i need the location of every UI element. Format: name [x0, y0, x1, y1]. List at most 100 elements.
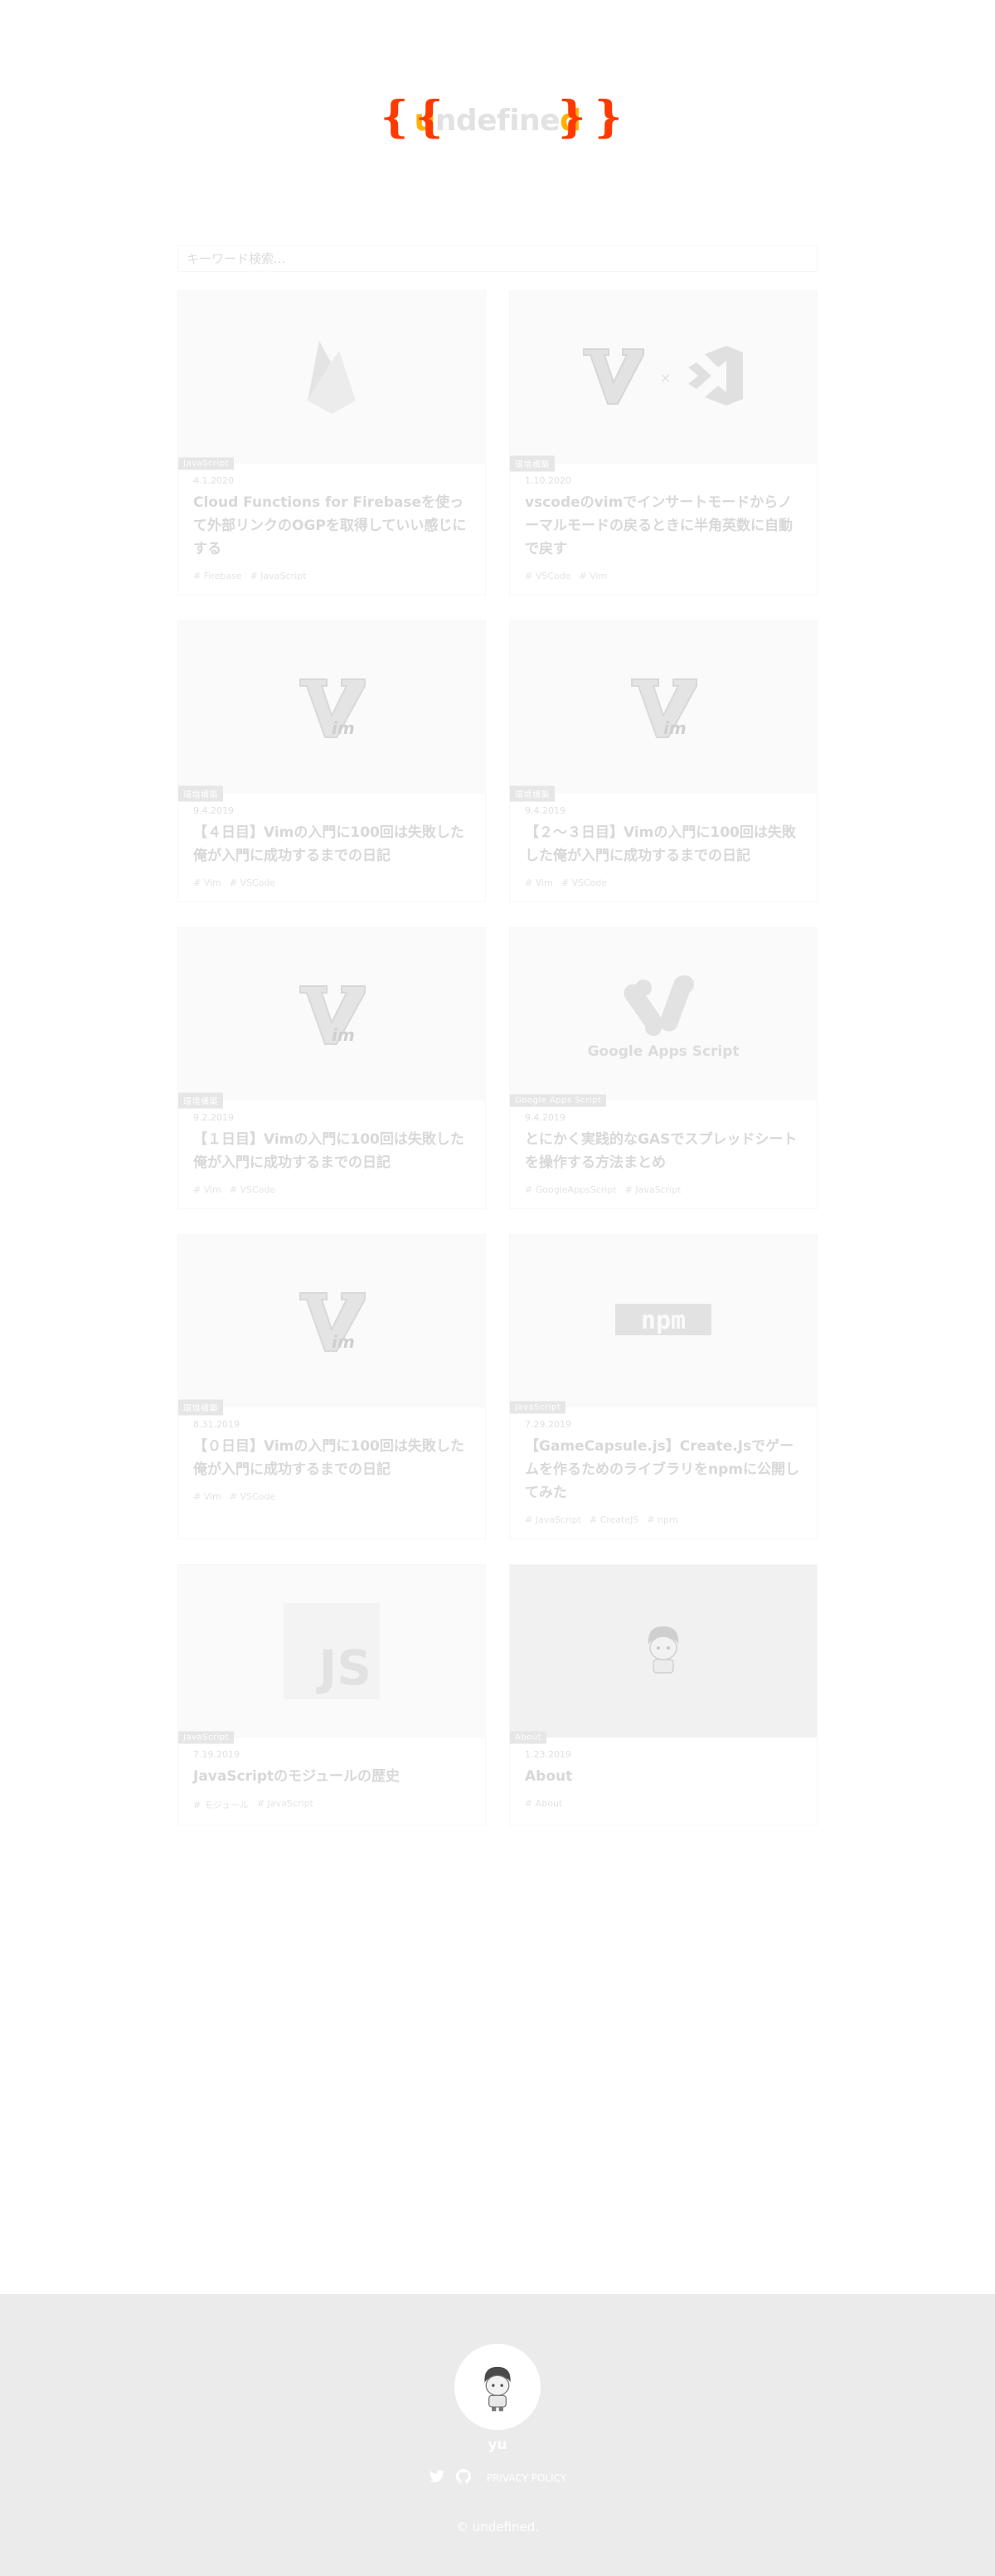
- google-apps-script-icon: Google Apps Script: [564, 963, 763, 1066]
- twitter-icon[interactable]: [429, 2468, 445, 2488]
- post-thumbnail[interactable]: im: [178, 1235, 485, 1407]
- post-title[interactable]: 【GameCapsule.js】Create.Jsでゲームを作るためのライブラリ…: [525, 1435, 802, 1504]
- category-badge[interactable]: JavaScript: [178, 457, 235, 470]
- avatar[interactable]: [454, 2344, 541, 2430]
- author-name: yu: [488, 2437, 507, 2453]
- post-thumbnail[interactable]: Google Apps Script: [510, 928, 817, 1101]
- post-title[interactable]: JavaScriptのモジュールの歴史: [193, 1765, 470, 1788]
- privacy-policy-link[interactable]: PRIVACY POLICY: [487, 2472, 566, 2484]
- svg-text:Google Apps Script: Google Apps Script: [587, 1043, 739, 1060]
- copyright: © undefined.: [455, 2520, 539, 2535]
- post-title[interactable]: 【２〜３日目】Vimの入門に100回は失敗した俺が入門に成功するまでの日記: [525, 821, 802, 868]
- category-badge[interactable]: 環境構築: [178, 785, 223, 802]
- post-tags: # Vim # VSCode: [525, 877, 802, 888]
- post-card[interactable]: im 環境構築 9.4.2019 【２〜３日目】Vimの入門に100回は失敗した俺が入…: [509, 620, 818, 902]
- post-thumbnail[interactable]: npm: [510, 1235, 817, 1407]
- post-thumbnail[interactable]: [178, 291, 485, 464]
- post-card[interactable]: JS JavaScript 7.19.2019 JavaScriptのモジュールの歴史…: [177, 1564, 486, 1825]
- category-badge[interactable]: About: [510, 1731, 547, 1744]
- tag-link[interactable]: # JavaScript: [257, 1798, 313, 1811]
- post-tags: # Firebase # JavaScript: [193, 571, 470, 581]
- tag-link[interactable]: # About: [525, 1798, 562, 1809]
- post-tags: # GoogleAppsScript # JavaScript: [525, 1184, 802, 1195]
- post-thumbnail[interactable]: JS: [178, 1565, 485, 1738]
- post-tags: # JavaScript # CreateJS # npm: [525, 1514, 802, 1525]
- tag-link[interactable]: # VSCode: [230, 1184, 275, 1195]
- category-badge[interactable]: Google Apps Script: [510, 1094, 607, 1107]
- avatar-icon: [637, 1620, 690, 1683]
- tag-link[interactable]: # Vim: [193, 877, 221, 888]
- tag-link[interactable]: # Vim: [579, 571, 607, 581]
- javascript-icon: JS: [284, 1603, 380, 1699]
- vim-icon: im: [295, 671, 368, 744]
- post-tags: # Vim # VSCode: [193, 877, 470, 888]
- category-badge[interactable]: 環境構築: [510, 785, 555, 802]
- category-badge[interactable]: JavaScript: [510, 1401, 566, 1414]
- tag-link[interactable]: # Vim: [193, 1184, 221, 1195]
- post-card[interactable]: im 環境構築 9.4.2019 【４日目】Vimの入門に100回は失敗した俺が入門に…: [177, 620, 486, 902]
- post-tags: # Vim # VSCode: [193, 1491, 470, 1502]
- post-card[interactable]: im 環境構築 8.31.2019 【０日目】Vimの入門に100回は失敗した俺が入門…: [177, 1234, 486, 1539]
- tag-link[interactable]: # JavaScript: [625, 1184, 682, 1195]
- tag-link[interactable]: # VSCode: [561, 877, 607, 888]
- post-card[interactable]: × 環境構築 1.10.2020 vscodeのvimでインサートモードからノーマルモ…: [509, 290, 818, 595]
- post-thumbnail[interactable]: im: [510, 621, 817, 794]
- post-card[interactable]: Google Apps Script Google Apps Script 9.4.…: [509, 927, 818, 1209]
- site-logo[interactable]: { { undefined } }: [377, 91, 622, 149]
- tag-link[interactable]: # npm: [647, 1514, 677, 1525]
- post-thumbnail[interactable]: ×: [510, 291, 817, 464]
- post-thumbnail[interactable]: [510, 1565, 817, 1738]
- svg-text:im: im: [332, 718, 355, 738]
- post-title[interactable]: vscodeのvimでインサートモードからノーマルモードの戻るときに半角英数に自…: [525, 491, 802, 561]
- tag-link[interactable]: # Firebase: [193, 571, 242, 581]
- post-card[interactable]: JavaScript 4.1.2020 Cloud Functions for Fi…: [177, 290, 486, 595]
- tag-link[interactable]: # VSCode: [525, 571, 570, 581]
- post-card[interactable]: About 1.23.2019 About # About: [509, 1564, 818, 1825]
- site-footer: yu PRIVACY POLICY © undefined.: [0, 2294, 995, 2576]
- post-title[interactable]: とにかく実践的なGASでスプレッドシートを操作する方法まとめ: [525, 1128, 802, 1174]
- post-card[interactable]: npm JavaScript 7.29.2019 【GameCapsule.js】Cr…: [509, 1234, 818, 1539]
- post-card[interactable]: im 環境構築 9.2.2019 【１日目】Vimの入門に100回は失敗した俺が入門に…: [177, 927, 486, 1209]
- post-title[interactable]: 【１日目】Vimの入門に100回は失敗した俺が入門に成功するまでの日記: [193, 1128, 470, 1174]
- post-tags: # VSCode # Vim: [525, 571, 802, 581]
- post-title[interactable]: 【４日目】Vimの入門に100回は失敗した俺が入門に成功するまでの日記: [193, 821, 470, 868]
- post-date: 9.4.2019: [525, 1112, 565, 1123]
- npm-icon: npm: [614, 1299, 713, 1344]
- post-title[interactable]: Cloud Functions for Firebaseを使って外部リンクのOG…: [193, 491, 470, 561]
- category-badge[interactable]: 環境構築: [178, 1092, 223, 1109]
- post-grid: JavaScript 4.1.2020 Cloud Functions for Fi…: [177, 290, 818, 1850]
- svg-text:npm: npm: [641, 1306, 686, 1335]
- post-date: 8.31.2019: [193, 1419, 240, 1430]
- github-icon[interactable]: [455, 2468, 472, 2488]
- post-date: 4.1.2020: [193, 475, 234, 486]
- svg-text:im: im: [332, 1025, 355, 1045]
- vim-vscode-icon: ×: [580, 343, 746, 412]
- search-input[interactable]: [177, 245, 818, 272]
- tag-link[interactable]: # CreateJS: [590, 1514, 639, 1525]
- footer-links: PRIVACY POLICY: [0, 2468, 995, 2488]
- tag-link[interactable]: # JavaScript: [525, 1514, 581, 1525]
- tag-link[interactable]: # VSCode: [230, 1491, 275, 1502]
- post-title[interactable]: 【０日目】Vimの入門に100回は失敗した俺が入門に成功するまでの日記: [193, 1435, 470, 1481]
- vim-icon: im: [295, 1285, 368, 1358]
- tag-link[interactable]: # GoogleAppsScript: [525, 1184, 617, 1195]
- logo-brace: {: [415, 92, 444, 143]
- post-date: 1.23.2019: [525, 1749, 571, 1760]
- post-thumbnail[interactable]: im: [178, 928, 485, 1101]
- tag-link[interactable]: # Vim: [193, 1491, 221, 1502]
- tag-link[interactable]: # VSCode: [230, 877, 275, 888]
- tag-link[interactable]: # モジュール: [193, 1798, 249, 1811]
- post-thumbnail[interactable]: im: [178, 621, 485, 794]
- post-tags: # About: [525, 1798, 802, 1809]
- post-tags: # モジュール # JavaScript: [193, 1798, 470, 1811]
- tag-link[interactable]: # Vim: [525, 877, 553, 888]
- category-badge[interactable]: 環境構築: [178, 1399, 223, 1416]
- post-date: 7.29.2019: [525, 1419, 571, 1430]
- tag-link[interactable]: # JavaScript: [250, 571, 307, 581]
- category-badge[interactable]: JavaScript: [178, 1731, 235, 1744]
- category-badge[interactable]: 環境構築: [510, 455, 555, 472]
- post-title[interactable]: About: [525, 1765, 802, 1788]
- post-date: 9.4.2019: [525, 805, 565, 816]
- post-date: 9.4.2019: [193, 805, 234, 816]
- post-date: 7.19.2019: [193, 1749, 240, 1760]
